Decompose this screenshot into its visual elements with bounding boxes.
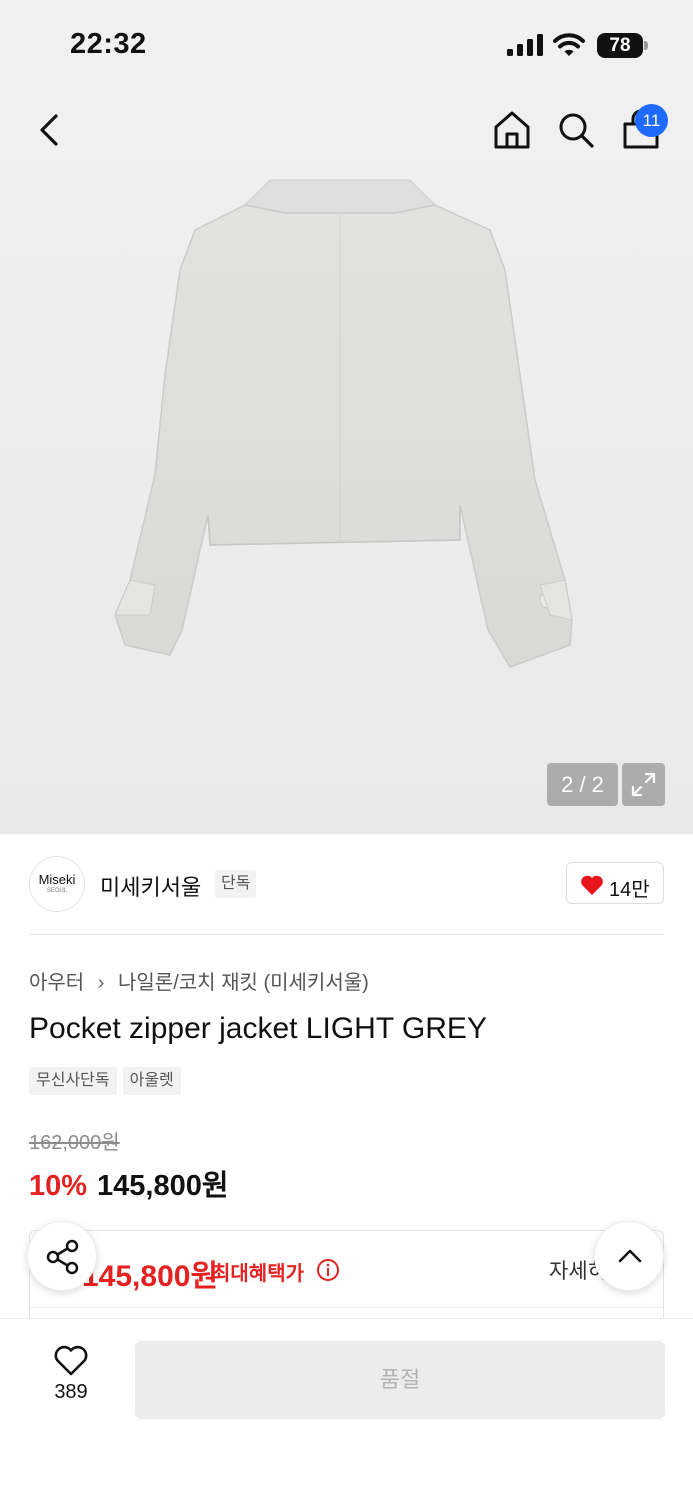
status-time: 22:32 [70, 28, 147, 60]
search-icon[interactable] [555, 108, 597, 152]
battery-cap [644, 41, 648, 50]
breadcrumb-subcategory[interactable]: 나일론/코치 재킷 (미세키서울) [118, 972, 369, 994]
product-tag: 아울렛 [122, 1067, 181, 1095]
brand-logo-text: Miseki [38, 872, 76, 887]
product-tag: 무신사단독 [29, 1067, 117, 1095]
chevron-up-icon [618, 1249, 642, 1263]
benefit-divider [30, 1307, 663, 1308]
brand-like-button[interactable]: 14만 [566, 862, 664, 904]
product-tags: 무신사단독 아울렛 [29, 1067, 187, 1095]
max-benefit-price: 145,800원 [82, 1260, 219, 1293]
cellular-signal-icon [507, 34, 543, 56]
expand-icon[interactable] [622, 763, 665, 806]
brand-logo[interactable]: Miseki SEOUL [29, 856, 85, 912]
battery-level: 78 [597, 33, 643, 58]
wifi-icon [553, 33, 585, 56]
bottom-action-bar: 389 품절 [0, 1318, 693, 1500]
cart-count-badge: 11 [635, 104, 668, 137]
scroll-top-button[interactable] [594, 1221, 664, 1291]
brand-like-count: 14만 [609, 879, 650, 901]
original-price: 162,000원 [29, 1132, 120, 1154]
sale-price-row: 10% 145,800원 [29, 1162, 229, 1204]
wish-count: 389 [54, 1381, 88, 1403]
chevron-right-icon: › [97, 972, 105, 994]
brand-logo-subtext: SEOUL [46, 888, 68, 894]
wish-button[interactable]: 389 [36, 1345, 106, 1415]
breadcrumb: 아우터 › 나일론/코치 재킷 (미세키서울) [29, 966, 369, 995]
share-icon [46, 1239, 79, 1275]
discount-rate: 10% [29, 1170, 88, 1202]
product-image[interactable] [110, 175, 580, 670]
product-title: Pocket zipper jacket LIGHT GREY [29, 1012, 487, 1045]
battery-indicator: 78 [597, 33, 649, 58]
sale-price: 145,800원 [97, 1170, 229, 1202]
info-icon[interactable] [316, 1258, 340, 1282]
sold-out-button[interactable]: 품절 [135, 1341, 665, 1419]
heart-filled-icon [581, 875, 603, 895]
max-benefit-label: 최대혜택가 [212, 1263, 304, 1285]
divider [29, 934, 664, 935]
heart-outline-icon [54, 1345, 88, 1376]
share-button[interactable] [27, 1221, 97, 1291]
product-gallery[interactable]: 22:32 78 11 2 / 2 [0, 0, 693, 834]
brand-exclusive-tag: 단독 [215, 870, 257, 898]
back-arrow-icon[interactable] [30, 108, 70, 152]
image-counter: 2 / 2 [547, 763, 618, 806]
brand-name[interactable]: 미세키서울 [100, 870, 201, 902]
home-icon[interactable] [491, 108, 533, 152]
status-bar: 22:32 78 [0, 0, 693, 92]
breadcrumb-category[interactable]: 아우터 [29, 972, 84, 994]
